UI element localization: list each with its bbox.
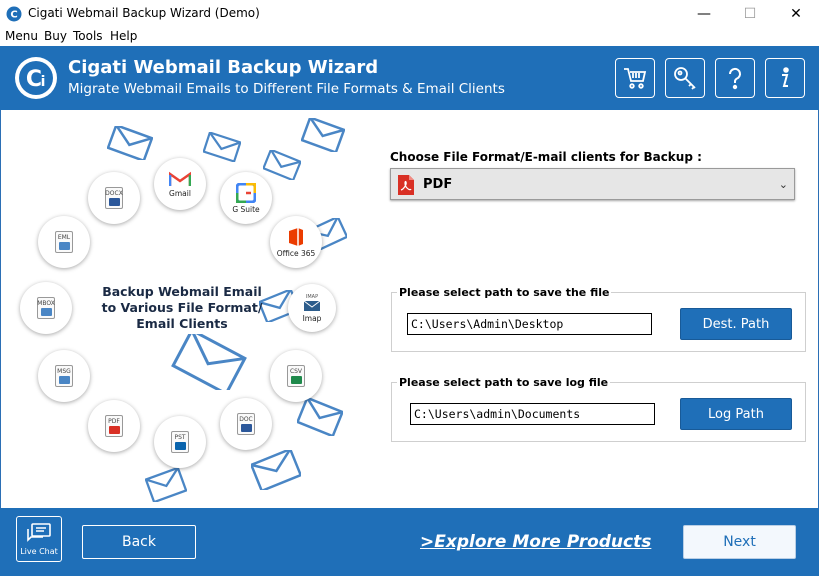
csv-icon: CSV <box>270 350 322 402</box>
envelope-icon <box>301 118 345 152</box>
info-button[interactable] <box>765 58 805 98</box>
key-icon <box>674 67 696 90</box>
eml-label: EML <box>57 234 71 241</box>
cart-button[interactable] <box>615 58 655 98</box>
gmail-icon: Gmail <box>154 158 206 210</box>
envelope-icon <box>251 450 301 490</box>
header-title: Cigati Webmail Backup Wizard <box>68 57 379 78</box>
docx-icon: DOCX <box>88 172 140 224</box>
app-header: C i Cigati Webmail Backup Wizard Migrate… <box>0 46 819 110</box>
menu-bar: Menu Buy Tools Help <box>0 28 819 46</box>
save-path-title: Please select path to save the file <box>397 286 612 299</box>
office365-icon: Office 365 <box>270 216 322 268</box>
chevron-down-icon: ⌄ <box>778 179 788 191</box>
csv-label: CSV <box>289 368 303 375</box>
logo-icon: C i <box>15 57 57 99</box>
log-path-title: Please select path to save log file <box>397 376 611 389</box>
back-button[interactable]: Back <box>82 525 196 559</box>
docx-label: DOCX <box>105 190 123 197</box>
imap-icon: IMAP Imap <box>288 284 336 332</box>
log-path-group: Please select path to save log file C:\U… <box>391 376 806 442</box>
format-dropdown[interactable]: PDF ⌄ <box>390 168 795 200</box>
pst-icon: PST <box>154 416 206 468</box>
svg-text:i: i <box>41 74 46 90</box>
doc-icon: DOC <box>220 398 272 450</box>
menu-item-tools[interactable]: Tools <box>73 29 103 43</box>
envelope-icon <box>145 468 187 502</box>
imap-envelope-icon <box>303 300 321 311</box>
msg-label: MSG <box>57 368 71 375</box>
window-title: Cigati Webmail Backup Wizard (Demo) <box>28 6 260 20</box>
next-button[interactable]: Next <box>683 525 796 559</box>
gmail-logo-icon <box>169 171 191 186</box>
save-path-input[interactable]: C:\Users\Admin\Desktop <box>407 313 652 335</box>
eml-icon: EML <box>38 216 90 268</box>
menu-item-buy[interactable]: Buy <box>44 29 67 43</box>
format-value: PDF <box>423 177 453 192</box>
maximize-button[interactable]: ☐ <box>727 0 773 28</box>
app-icon: C <box>6 6 22 22</box>
dest-path-button[interactable]: Dest. Path <box>680 308 792 340</box>
live-chat-button[interactable]: Live Chat <box>16 516 62 562</box>
close-button[interactable]: ✕ <box>773 0 819 28</box>
cart-icon <box>624 68 647 89</box>
pdf-label: PDF <box>108 418 120 425</box>
mbox-label: MBOX <box>37 300 55 307</box>
log-path-button[interactable]: Log Path <box>680 398 792 430</box>
chat-icon <box>27 522 51 542</box>
gsuite-logo-icon <box>236 182 256 203</box>
envelope-icon <box>263 150 301 180</box>
pst-label: PST <box>174 434 186 441</box>
envelope-icon <box>297 398 343 436</box>
gsuite-label: G Suite <box>232 204 260 214</box>
caption-line: Backup Webmail Email <box>102 284 262 299</box>
envelope-icon <box>171 334 247 390</box>
doc-label: DOC <box>239 416 253 423</box>
title-bar: C Cigati Webmail Backup Wizard (Demo) — … <box>0 0 819 28</box>
caption-line: Email Clients <box>136 316 228 331</box>
explore-products-link[interactable]: >Explore More Products <box>420 532 651 552</box>
activate-button[interactable] <box>665 58 705 98</box>
envelope-icon <box>203 132 241 162</box>
office365-logo-icon <box>289 227 303 246</box>
info-icon <box>782 67 789 87</box>
log-path-input[interactable]: C:\Users\admin\Documents <box>410 403 655 425</box>
mbox-icon: MBOX <box>20 282 72 334</box>
gmail-label: Gmail <box>169 188 191 198</box>
menu-item-menu[interactable]: Menu <box>5 29 38 43</box>
envelope-icon <box>107 126 153 160</box>
header-subtitle: Migrate Webmail Emails to Different File… <box>68 81 505 97</box>
save-path-group: Please select path to save the file C:\U… <box>391 286 806 352</box>
footer-bar: Live Chat Back >Explore More Products Ne… <box>0 508 819 576</box>
main-content: Gmail G Suite Office 365 IMAP Imap CSV D… <box>0 110 819 508</box>
illustration-caption: Backup Webmail Email to Various File For… <box>97 284 267 332</box>
minimize-button[interactable]: — <box>681 0 727 28</box>
msg-icon: MSG <box>38 350 90 402</box>
pdf-file-icon <box>398 175 414 195</box>
office365-label: Office 365 <box>276 248 316 258</box>
help-button[interactable] <box>715 58 755 98</box>
pdf-icon: PDF <box>88 400 140 452</box>
svg-text:C: C <box>10 10 17 21</box>
gsuite-icon: G Suite <box>220 172 272 224</box>
format-label: Choose File Format/E-mail clients for Ba… <box>390 150 702 164</box>
menu-item-help[interactable]: Help <box>110 29 137 43</box>
caption-line: to Various File Format/ <box>101 300 263 315</box>
help-icon <box>728 67 741 90</box>
imap-label: Imap <box>302 313 322 323</box>
live-chat-label: Live Chat <box>20 546 58 556</box>
